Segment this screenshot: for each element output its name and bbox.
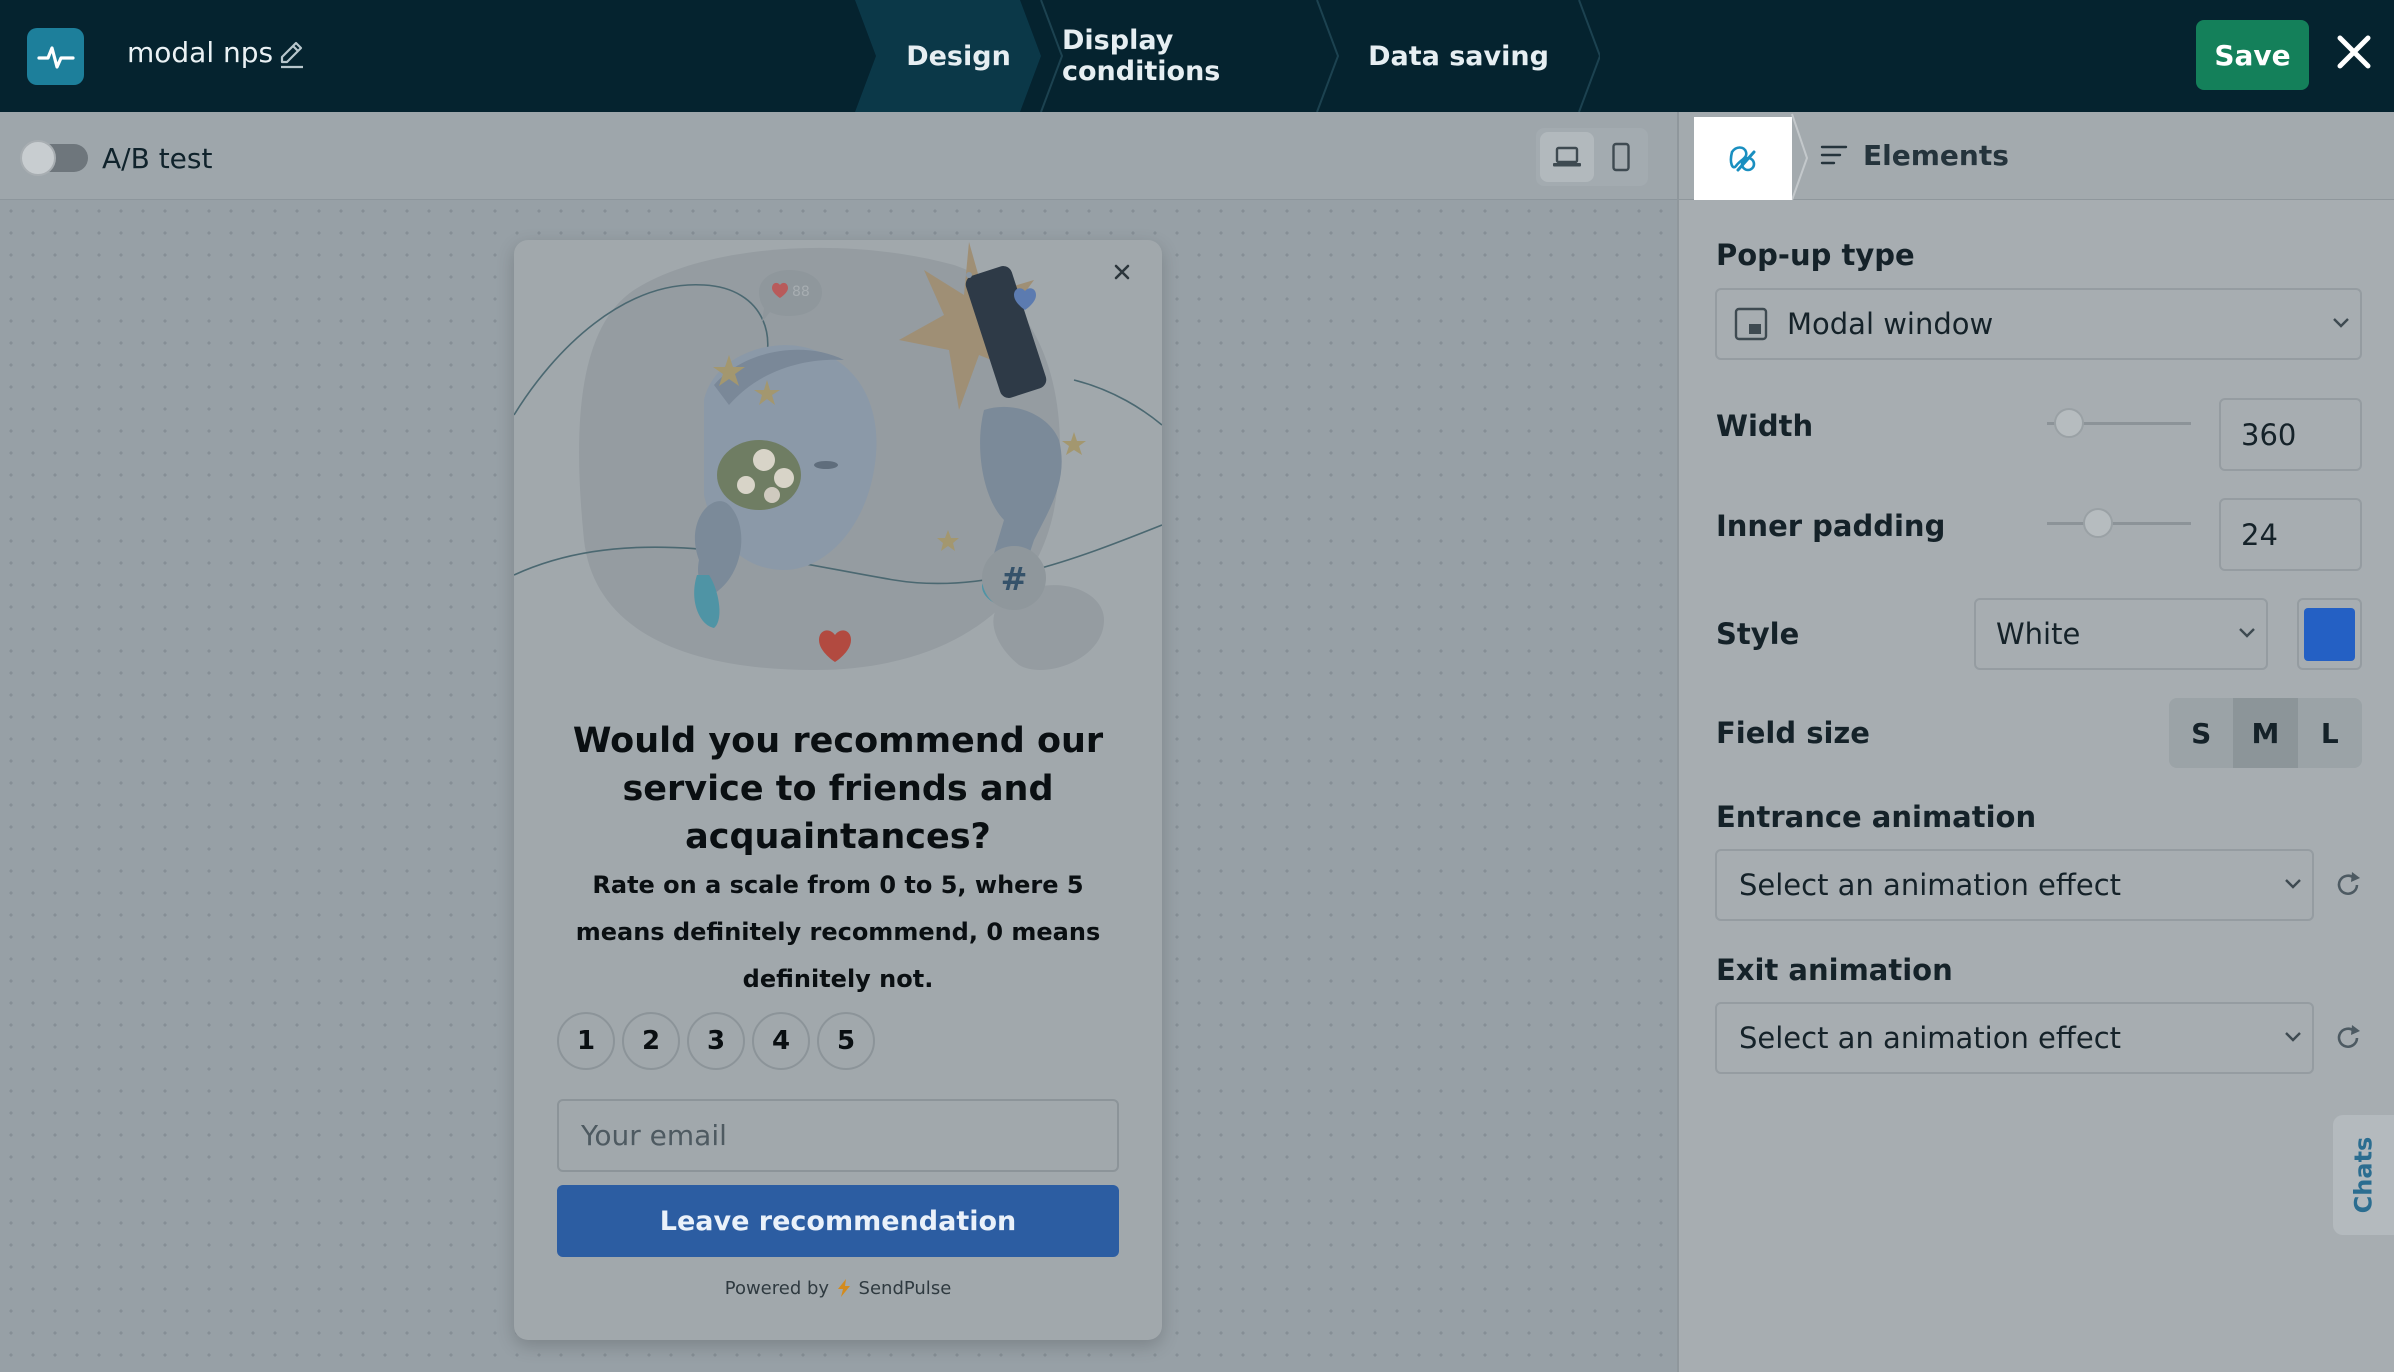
width-label: Width <box>1716 409 1814 443</box>
svg-text:88: 88 <box>792 284 810 300</box>
popup-title: Would you recommend our service to frien… <box>572 721 1104 857</box>
chevron-down-icon <box>2333 318 2349 328</box>
desktop-view-button[interactable] <box>1540 132 1594 182</box>
powered-by[interactable]: Powered by SendPulse <box>514 1278 1162 1299</box>
svg-text:#: # <box>1001 560 1028 598</box>
entrance-animation-label: Entrance animation <box>1716 800 2037 834</box>
style-select[interactable]: White <box>1974 598 2268 670</box>
rating-option-2[interactable]: 2 <box>622 1012 680 1070</box>
email-field[interactable]: Your email <box>557 1099 1119 1172</box>
tab-display-conditions[interactable]: Display conditions <box>1062 0 1317 112</box>
tab-design[interactable]: Design <box>876 0 1041 112</box>
tab-style[interactable] <box>1694 117 1792 200</box>
field-size-switch: S M L <box>2169 698 2362 768</box>
popup-type-label: Pop-up type <box>1716 238 1915 272</box>
chats-label: Chats <box>2349 1136 2378 1214</box>
edit-name-icon[interactable] <box>276 38 308 70</box>
popup-type-select[interactable]: Modal window <box>1715 288 2362 360</box>
preview-canvas: A/B test 88 # Would you recommend our se… <box>0 112 1677 1372</box>
top-bar: modal nps Design Display conditions Data… <box>0 0 2394 112</box>
tab-elements[interactable]: Elements <box>1819 130 2009 180</box>
popup-description: Rate on a scale from 0 to 5, where 5 mea… <box>575 871 1101 993</box>
brand-name: SendPulse <box>858 1278 952 1299</box>
exit-animation-select[interactable]: Select an animation effect <box>1715 1002 2314 1074</box>
tab-elements-label: Elements <box>1863 138 2009 172</box>
ab-test-toggle[interactable] <box>20 140 88 176</box>
mobile-view-button[interactable] <box>1594 132 1648 182</box>
inner-padding-input[interactable]: 24 <box>2219 498 2362 571</box>
style-value: White <box>1996 617 2081 651</box>
lightning-icon <box>837 1279 850 1297</box>
exit-animation-label: Exit animation <box>1716 953 1953 987</box>
modal-window-icon <box>1734 307 1768 341</box>
save-button[interactable]: Save <box>2196 20 2309 90</box>
width-slider-handle[interactable] <box>2054 408 2084 438</box>
inner-padding-slider-handle[interactable] <box>2083 508 2113 538</box>
panel-tabs: Elements <box>1679 112 2394 200</box>
email-placeholder: Your email <box>581 1119 727 1152</box>
tab-data-saving[interactable]: Data saving <box>1338 0 1579 112</box>
field-size-s[interactable]: S <box>2169 698 2233 768</box>
powered-prefix: Powered by <box>724 1278 830 1299</box>
entrance-animation-placeholder: Select an animation effect <box>1739 868 2122 902</box>
ab-test-label: A/B test <box>102 142 213 175</box>
chevron-down-icon <box>2285 879 2301 889</box>
style-label: Style <box>1716 617 1800 651</box>
app-logo-icon[interactable] <box>27 28 84 85</box>
laptop-icon <box>1553 146 1581 167</box>
chats-widget-tab[interactable]: Chats <box>2333 1115 2394 1235</box>
width-input[interactable]: 360 <box>2219 398 2362 471</box>
step-navigation: Design Display conditions Data saving <box>855 0 1600 112</box>
canvas-toolbar: A/B test <box>0 112 1677 200</box>
field-size-label: Field size <box>1716 716 1870 750</box>
elements-list-icon <box>1820 145 1848 165</box>
toggle-knob <box>20 140 56 176</box>
popup-type-value: Modal window <box>1787 307 1994 341</box>
project-name: modal nps <box>127 36 274 69</box>
inner-padding-slider[interactable] <box>2047 522 2191 525</box>
preview-exit-animation-icon[interactable] <box>2332 1022 2364 1054</box>
exit-animation-placeholder: Select an animation effect <box>1739 1021 2122 1055</box>
inner-padding-value: 24 <box>2241 517 2278 552</box>
rating-option-5[interactable]: 5 <box>817 1012 875 1070</box>
palette-icon <box>1729 145 1756 171</box>
chevron-down-icon <box>2285 1032 2301 1042</box>
phone-icon <box>1612 142 1630 172</box>
rating-option-1[interactable]: 1 <box>557 1012 615 1070</box>
entrance-animation-select[interactable]: Select an animation effect <box>1715 849 2314 921</box>
statue-illustration: 88 # <box>514 242 1162 670</box>
close-editor-icon[interactable] <box>2332 30 2376 74</box>
rating-option-4[interactable]: 4 <box>752 1012 810 1070</box>
popup-preview[interactable]: 88 # Would you recommend our service to … <box>514 240 1162 1340</box>
rating-scale: 1 2 3 4 5 <box>557 1012 875 1070</box>
leave-recommendation-button[interactable]: Leave recommendation <box>557 1185 1119 1257</box>
close-popup-icon[interactable] <box>1108 258 1136 286</box>
preview-entrance-animation-icon[interactable] <box>2332 869 2364 901</box>
color-swatch <box>2304 607 2355 661</box>
chevron-down-icon <box>2239 628 2255 638</box>
width-value: 360 <box>2241 417 2297 452</box>
inner-padding-label: Inner padding <box>1716 509 1946 543</box>
rating-option-3[interactable]: 3 <box>687 1012 745 1070</box>
field-size-l[interactable]: L <box>2298 698 2362 768</box>
device-view-switch <box>1536 128 1648 186</box>
field-size-m[interactable]: M <box>2233 698 2298 768</box>
style-color-picker[interactable] <box>2297 598 2362 670</box>
